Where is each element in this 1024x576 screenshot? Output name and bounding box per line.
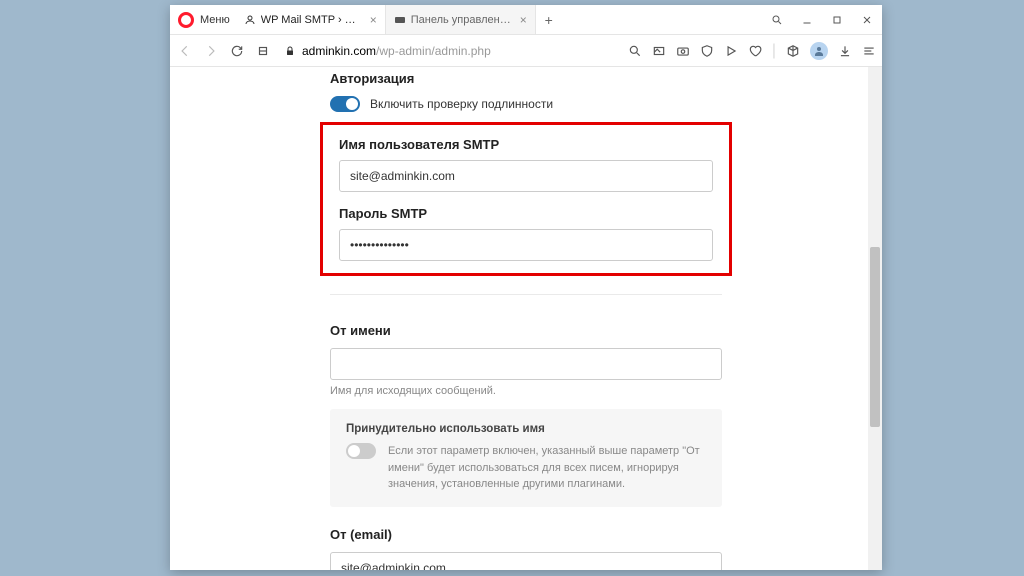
window-controls — [762, 5, 882, 35]
auth-toggle-label: Включить проверку подлинности — [370, 97, 553, 111]
forward-button[interactable] — [202, 42, 220, 60]
menu-button[interactable]: Меню — [200, 14, 230, 26]
smtp-pass-label: Пароль SMTP — [339, 206, 713, 221]
menu-icon[interactable] — [862, 44, 876, 58]
opera-logo-icon — [178, 12, 194, 28]
lock-icon — [284, 45, 296, 57]
avatar[interactable] — [810, 42, 828, 60]
search-icon[interactable] — [628, 44, 642, 58]
smtp-user-input[interactable] — [339, 160, 713, 192]
tab-wpmail[interactable]: WP Mail SMTP › Мастер ус × — [236, 5, 386, 34]
divider — [330, 294, 722, 295]
maximize-button[interactable] — [822, 5, 852, 35]
addressbar: adminkin.com/wp-admin/admin.php | — [170, 35, 882, 67]
smtp-pass-input[interactable] — [339, 229, 713, 261]
from-name-help: Имя для исходящих сообщений. — [330, 385, 722, 397]
from-email-label: От (email) — [330, 527, 722, 542]
tab-title: Панель управления VH — [411, 14, 515, 26]
force-name-box: Принудительно использовать имя Если этот… — [330, 409, 722, 507]
force-name-title: Принудительно использовать имя — [346, 423, 706, 435]
cube-icon[interactable] — [786, 44, 800, 58]
force-name-desc: Если этот параметр включен, указанный вы… — [388, 443, 706, 493]
url-text: adminkin.com/wp-admin/admin.php — [302, 44, 491, 58]
credentials-highlight: Имя пользователя SMTP Пароль SMTP — [320, 122, 732, 276]
from-email-section: От (email) Адрес электронной почты для и… — [170, 517, 882, 571]
camera-icon[interactable] — [676, 44, 690, 58]
heart-icon[interactable] — [748, 44, 762, 58]
auth-heading: Авторизация — [330, 71, 722, 86]
from-name-label: От имени — [330, 323, 722, 338]
page-content: Авторизация Включить проверку подлинност… — [170, 67, 882, 570]
scrollbar-thumb[interactable] — [870, 247, 880, 427]
browser-window: Меню WP Mail SMTP › Мастер ус × Панель у… — [170, 5, 882, 570]
from-name-input[interactable] — [330, 348, 722, 380]
screenshot-icon[interactable] — [652, 44, 666, 58]
tab-vh[interactable]: Панель управления VH × — [386, 5, 536, 34]
tabs: WP Mail SMTP › Мастер ус × Панель управл… — [236, 5, 762, 34]
auth-toggle-row: Включить проверку подлинности — [330, 96, 722, 112]
reload-button[interactable] — [228, 42, 246, 60]
person-icon — [244, 14, 256, 26]
download-icon[interactable] — [838, 44, 852, 58]
back-button[interactable] — [176, 42, 194, 60]
smtp-user-label: Имя пользователя SMTP — [339, 137, 713, 152]
tab-title: WP Mail SMTP › Мастер ус — [261, 14, 365, 26]
minimize-button[interactable] — [792, 5, 822, 35]
toolbar-icons: | — [628, 42, 876, 60]
from-name-section: От имени Имя для исходящих сообщений. Пр… — [170, 313, 882, 517]
search-button[interactable] — [762, 5, 792, 35]
close-icon[interactable]: × — [520, 13, 527, 27]
panel-icon — [394, 14, 406, 26]
close-icon[interactable]: × — [370, 13, 377, 27]
titlebar: Меню WP Mail SMTP › Мастер ус × Панель у… — [170, 5, 882, 35]
force-name-toggle[interactable] — [346, 443, 376, 459]
url-field[interactable]: adminkin.com/wp-admin/admin.php — [280, 44, 620, 58]
home-button[interactable] — [254, 42, 272, 60]
shield-icon[interactable] — [700, 44, 714, 58]
auth-toggle[interactable] — [330, 96, 360, 112]
from-email-input[interactable] — [330, 552, 722, 571]
scrollbar[interactable] — [868, 67, 882, 570]
auth-section: Авторизация Включить проверку подлинност… — [170, 67, 882, 112]
new-tab-button[interactable]: + — [536, 12, 562, 28]
play-icon[interactable] — [724, 44, 738, 58]
close-button[interactable] — [852, 5, 882, 35]
